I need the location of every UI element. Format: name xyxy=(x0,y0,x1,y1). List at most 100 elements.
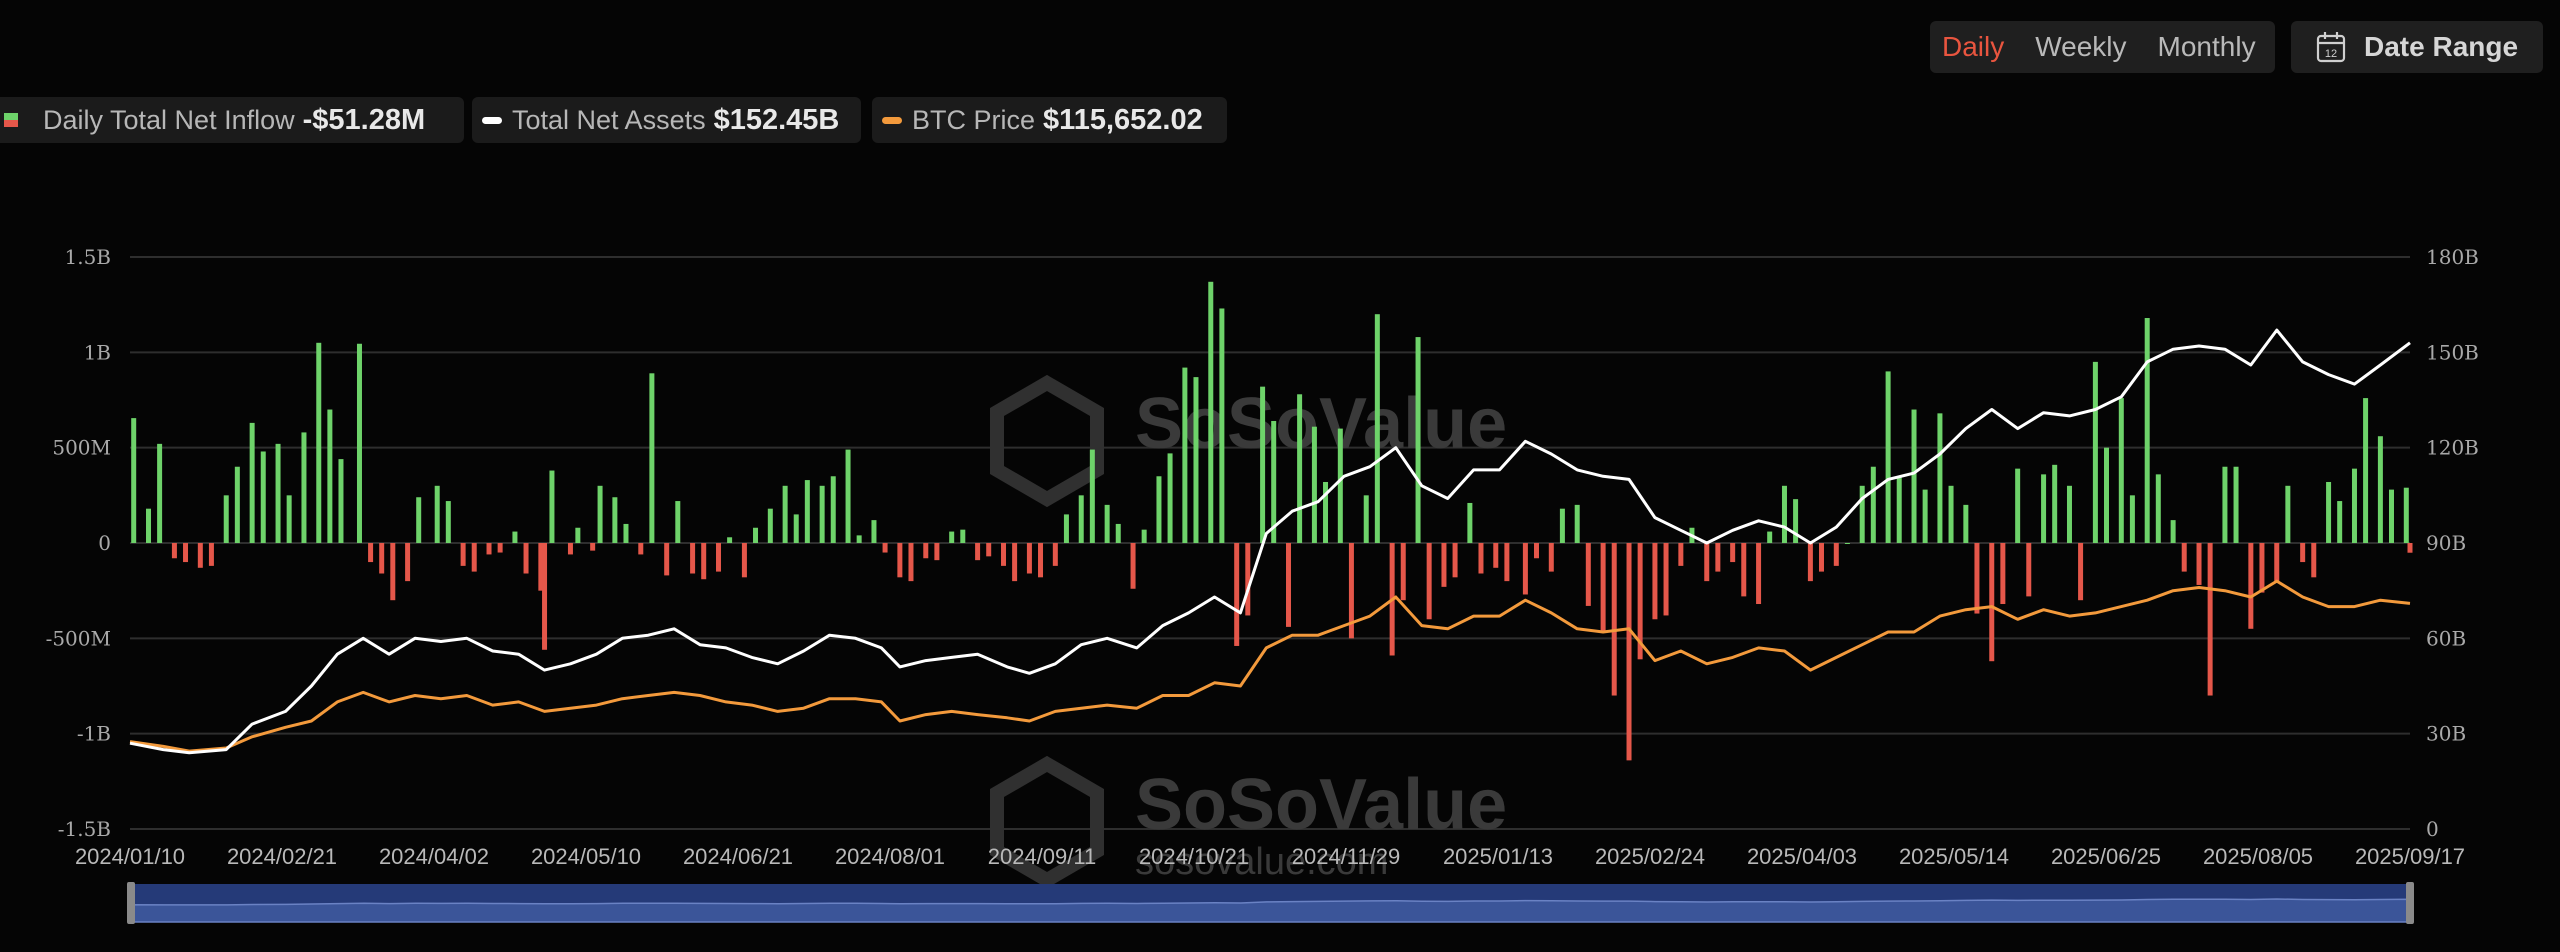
inflow-bar xyxy=(542,543,548,650)
inflow-bar xyxy=(1245,543,1251,616)
inflow-bar xyxy=(2388,489,2394,543)
right-axis-tick-label: 0 xyxy=(2426,817,2439,841)
inflow-bar xyxy=(727,537,733,543)
inflow-bar xyxy=(1600,543,1606,633)
inflow-bar xyxy=(1937,413,1943,543)
inflow-bar xyxy=(1626,543,1632,761)
inflow-bar xyxy=(1297,394,1303,543)
inflow-bar xyxy=(845,449,851,543)
inflow-bar xyxy=(1741,543,1747,597)
inflow-bar xyxy=(1885,371,1891,543)
right-axis-tick-label: 150B xyxy=(2426,340,2479,364)
inflow-bar xyxy=(1870,466,1876,543)
inflow-bar xyxy=(1493,543,1499,568)
inflow-bar xyxy=(623,523,629,543)
inflow-bar xyxy=(1756,543,1762,605)
inflow-bar xyxy=(1911,409,1917,543)
inflow-bar xyxy=(2170,520,2176,543)
inflow-bar xyxy=(1063,514,1069,543)
inflow-bar xyxy=(1234,543,1240,646)
right-axis-tick-label: 120B xyxy=(2426,436,2479,460)
watermark: SoSoValue SoSoValue sosovalue.com xyxy=(990,374,1507,889)
inflow-bar xyxy=(1974,543,1980,614)
inflow-bar xyxy=(1522,543,1528,595)
left-axis-tick-label: 1B xyxy=(84,340,111,364)
inflow-bar xyxy=(1781,485,1787,543)
x-axis-tick-label: 2024/06/21 xyxy=(683,844,793,869)
x-axis-tick-label: 2024/11/29 xyxy=(1292,844,1400,869)
inflow-bar xyxy=(2351,468,2357,543)
inflow-bar xyxy=(1441,543,1447,587)
inflow-bar xyxy=(1415,337,1421,543)
inflow-bar xyxy=(1715,543,1721,572)
inflow-bar xyxy=(1219,308,1225,543)
left-axis-tick-label: -1B xyxy=(77,722,111,746)
inflow-bar xyxy=(1374,314,1380,543)
inflow-bar xyxy=(1548,543,1554,572)
inflow-bar xyxy=(301,432,307,543)
inflow-bar xyxy=(2377,436,2383,543)
inflow-bar xyxy=(316,342,322,543)
inflow-bar xyxy=(1193,377,1199,543)
inflow-bar xyxy=(612,497,618,543)
x-axis-tick-label: 2025/06/25 xyxy=(2051,844,2161,869)
range-navigator[interactable] xyxy=(127,882,2414,924)
inflow-bar xyxy=(567,543,573,555)
inflow-bar xyxy=(1574,504,1580,543)
watermark-brand-bottom: SoSoValue xyxy=(1135,765,1507,845)
inflow-bar xyxy=(1400,543,1406,601)
inflow-bar xyxy=(986,543,992,557)
inflow-bar xyxy=(379,543,385,574)
inflow-bar xyxy=(131,418,137,543)
inflow-bar xyxy=(923,543,929,559)
inflow-bar xyxy=(2326,481,2332,543)
navigator-left-handle[interactable] xyxy=(127,882,135,924)
watermark-brand-top: SoSoValue xyxy=(1135,384,1507,464)
inflow-bar xyxy=(486,543,492,555)
inflow-bar xyxy=(1052,543,1058,566)
inflow-bar xyxy=(1963,504,1969,543)
x-axis-tick-label: 2025/02/24 xyxy=(1595,844,1705,869)
inflow-bar xyxy=(793,514,799,543)
inflow-bar xyxy=(1859,485,1865,543)
inflow-bar xyxy=(1585,543,1591,606)
inflow-bar xyxy=(2233,466,2239,543)
inflow-bar xyxy=(2285,485,2291,543)
inflow-bar xyxy=(197,543,203,568)
inflow-bar xyxy=(741,543,747,578)
x-axis-tick-label: 2024/10/21 xyxy=(1139,844,1249,869)
right-axis-tick-label: 180B xyxy=(2426,245,2479,269)
inflow-bar xyxy=(2078,543,2084,601)
inflow-bar xyxy=(638,543,644,555)
inflow-bar xyxy=(1533,543,1539,559)
inflow-bar xyxy=(1130,543,1136,589)
inflow-bar xyxy=(2052,464,2058,543)
inflow-bar xyxy=(2015,468,2021,543)
inflow-bar xyxy=(1833,543,1839,566)
right-axis-tick-label: 90B xyxy=(2426,531,2466,555)
inflow-bar xyxy=(856,535,862,543)
x-axis-tick-label: 2025/01/13 xyxy=(1443,844,1553,869)
inflow-bar xyxy=(1115,523,1121,543)
x-axis-tick-label: 2024/05/10 xyxy=(531,844,641,869)
inflow-bar xyxy=(2000,543,2006,605)
inflow-bar xyxy=(445,501,451,543)
inflow-bar xyxy=(1807,543,1813,582)
left-axis-tick-label: 0 xyxy=(98,531,111,555)
navigator-right-handle[interactable] xyxy=(2406,882,2414,924)
inflow-bar xyxy=(1104,504,1110,543)
inflow-bar xyxy=(2407,543,2413,553)
inflow-bar xyxy=(2155,474,2161,543)
inflow-bar xyxy=(2259,543,2265,593)
inflow-bar xyxy=(146,508,152,543)
inflow-bar xyxy=(2311,543,2317,578)
inflow-bar xyxy=(804,480,810,543)
inflow-bar xyxy=(1038,543,1044,578)
inflow-bar xyxy=(1141,529,1147,543)
inflow-bar xyxy=(908,543,914,582)
inflow-bar xyxy=(1078,495,1084,543)
inflow-bar xyxy=(1311,426,1317,543)
inflow-bar xyxy=(356,343,362,543)
etf-flow-chart: SoSoValue SoSoValue sosovalue.com 1.5B 1B… xyxy=(46,245,2479,924)
inflow-bar xyxy=(819,485,825,543)
